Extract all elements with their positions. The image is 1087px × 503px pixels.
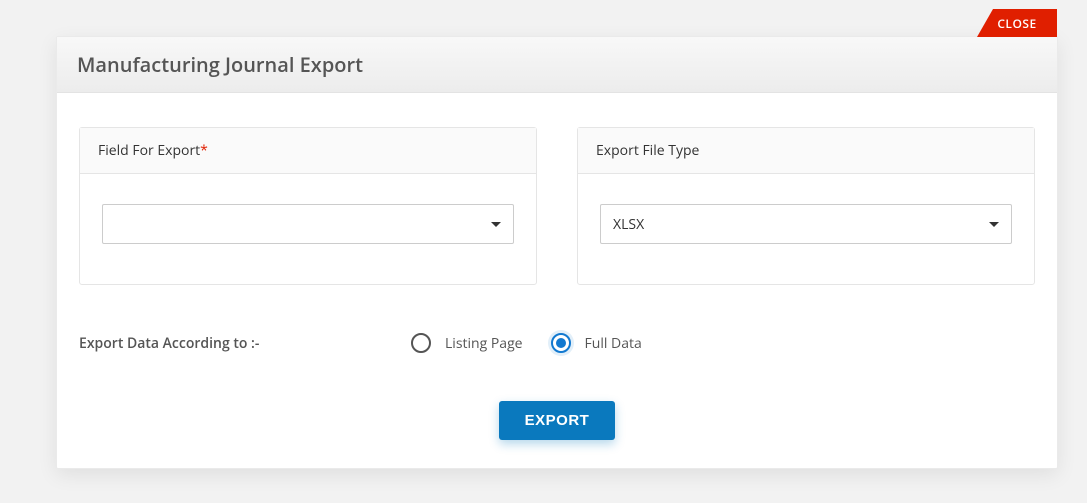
radio-listing-page-label: Listing Page: [445, 334, 523, 353]
radio-group: Listing Page Full Data: [411, 333, 656, 353]
modal-header: Manufacturing Journal Export: [57, 37, 1057, 93]
form-row: Field For Export* Export File Type XLSX: [79, 127, 1035, 285]
export-file-type-value: XLSX: [613, 215, 644, 234]
field-for-export-select[interactable]: [102, 204, 514, 244]
field-for-export-header: Field For Export*: [80, 128, 536, 174]
export-button-label: EXPORT: [525, 412, 590, 429]
close-button[interactable]: CLOSE: [977, 9, 1057, 37]
required-mark: *: [200, 141, 208, 160]
radio-dot-icon: [556, 338, 566, 348]
field-for-export-card: Field For Export*: [79, 127, 537, 285]
radio-full-data[interactable]: [551, 333, 571, 353]
close-label: CLOSE: [997, 15, 1036, 32]
modal-title: Manufacturing Journal Export: [77, 51, 1037, 78]
export-data-according-label: Export Data According to :-: [79, 334, 411, 353]
export-file-type-body: XLSX: [578, 174, 1034, 264]
export-file-type-select[interactable]: XLSX: [600, 204, 1012, 244]
actions-row: EXPORT: [79, 401, 1035, 440]
radio-listing-page[interactable]: [411, 333, 431, 353]
export-modal: CLOSE Manufacturing Journal Export Field…: [56, 36, 1058, 469]
radio-full-data-label: Full Data: [585, 334, 642, 353]
field-for-export-body: [80, 174, 536, 284]
export-data-according-row: Export Data According to :- Listing Page…: [79, 333, 1035, 353]
chevron-down-icon: [491, 222, 501, 227]
export-button[interactable]: EXPORT: [499, 401, 616, 440]
field-for-export-label: Field For Export: [98, 141, 200, 160]
export-file-type-header: Export File Type: [578, 128, 1034, 174]
export-file-type-card: Export File Type XLSX: [577, 127, 1035, 285]
chevron-down-icon: [989, 222, 999, 227]
export-file-type-label: Export File Type: [596, 141, 699, 160]
modal-body: Field For Export* Export File Type XLSX: [57, 93, 1057, 468]
